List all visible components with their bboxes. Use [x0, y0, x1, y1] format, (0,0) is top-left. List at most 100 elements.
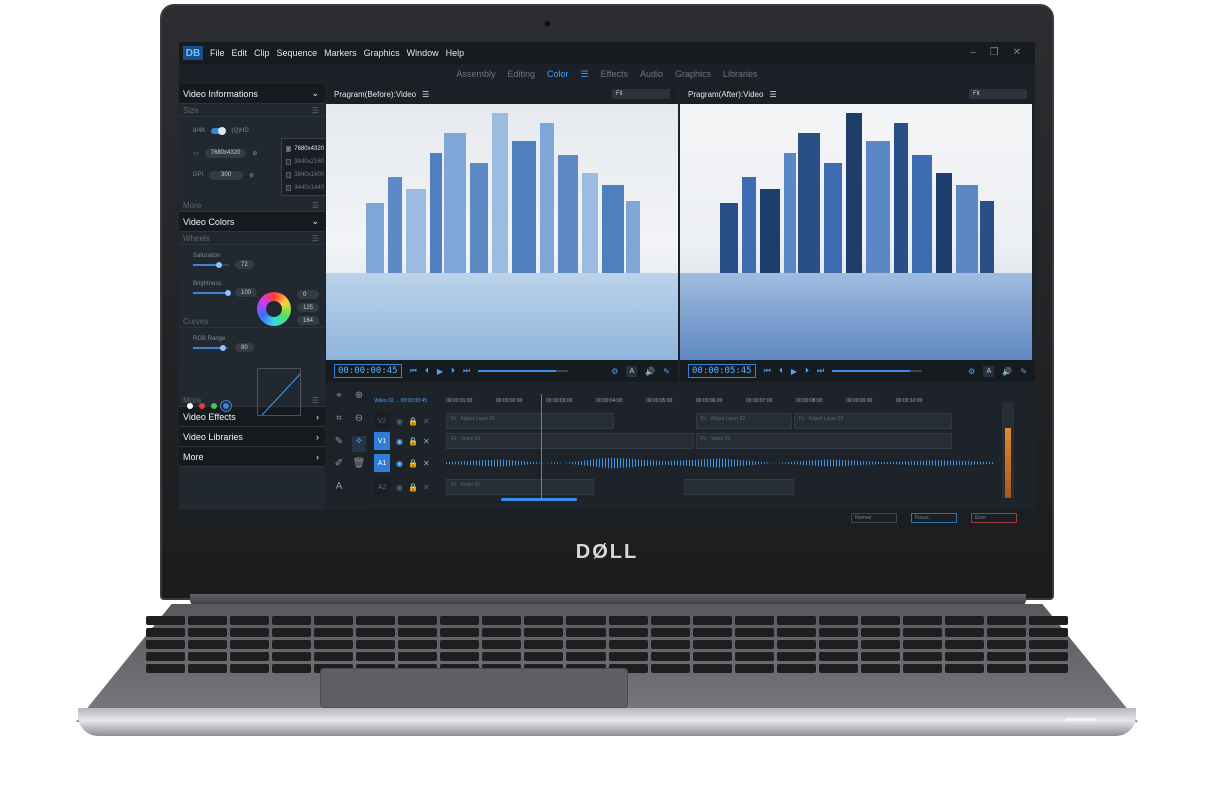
resolution-option[interactable]: 3840x1600: [286, 168, 324, 181]
text-icon[interactable]: A: [983, 365, 995, 377]
tools-icon[interactable]: ✕: [423, 437, 430, 446]
status-focus[interactable]: Focus: [911, 513, 957, 523]
menu-window[interactable]: Window: [407, 48, 439, 58]
zoom-select[interactable]: Fit: [969, 89, 1027, 99]
text-tool-icon[interactable]: A: [332, 481, 346, 498]
checkbox-icon[interactable]: [286, 171, 292, 178]
audio-icon[interactable]: 🔊: [1002, 367, 1012, 376]
menu-graphics[interactable]: Graphics: [364, 48, 400, 58]
eye-icon[interactable]: ◉: [396, 459, 403, 468]
resolution-toggle[interactable]: [211, 127, 227, 135]
tab-effects[interactable]: Effects: [601, 69, 628, 79]
wheel-value[interactable]: 0: [297, 290, 320, 299]
playback-scrubber[interactable]: [832, 370, 923, 372]
resolution-value[interactable]: 7680x4320: [204, 148, 247, 158]
playback-scrubber[interactable]: [478, 370, 569, 372]
timeline-clip[interactable]: Fx Video 03: [696, 433, 952, 449]
menu-help[interactable]: Help: [446, 48, 465, 58]
saturation-value[interactable]: 72: [235, 260, 254, 269]
subsection-size[interactable]: Size ☰: [179, 104, 325, 117]
magic-tool-icon[interactable]: ✧: [352, 435, 366, 453]
lock-icon[interactable]: 🔒: [408, 483, 418, 492]
status-error[interactable]: Error: [971, 513, 1017, 523]
subsection-more[interactable]: More ☰: [179, 199, 325, 212]
eye-icon[interactable]: ◉: [396, 483, 403, 492]
edit-icon[interactable]: ✎: [663, 367, 670, 376]
timeline-clip[interactable]: Fx Adjust Layer 01: [446, 413, 614, 429]
fast-forward-icon[interactable]: ⏭: [817, 366, 824, 376]
fast-forward-icon[interactable]: ⏭: [463, 366, 470, 376]
text-icon[interactable]: A: [626, 365, 638, 377]
rgb-range-value[interactable]: 80: [235, 343, 254, 352]
tab-graphics[interactable]: Graphics: [675, 69, 711, 79]
rgb-range-slider[interactable]: [193, 344, 229, 351]
section-video-libraries[interactable]: Video Libraries ›: [179, 427, 325, 447]
timeline-clip[interactable]: Fx Video 01: [446, 433, 694, 449]
restore-icon[interactable]: ❐: [990, 47, 999, 58]
resolution-option[interactable]: 7680x4320: [286, 142, 324, 155]
section-video-effects[interactable]: Video Effects ›: [179, 407, 325, 427]
tab-color[interactable]: Color: [547, 69, 569, 79]
playhead[interactable]: [541, 394, 542, 498]
brightness-slider[interactable]: [193, 289, 231, 296]
menu-icon[interactable]: ☰: [769, 90, 776, 99]
step-back-icon[interactable]: ⏴: [779, 366, 783, 376]
selection-tool-icon[interactable]: ⌖: [332, 390, 346, 407]
track-label[interactable]: A2: [374, 478, 390, 496]
pen-tool-icon[interactable]: ✎: [332, 436, 346, 453]
tab-editing[interactable]: Editing: [507, 69, 535, 79]
eye-icon[interactable]: ◉: [396, 417, 403, 426]
menu-edit[interactable]: Edit: [232, 48, 248, 58]
timecode[interactable]: 00:00:00:45: [334, 364, 402, 378]
brightness-value[interactable]: 100: [235, 288, 258, 297]
green-channel-dot[interactable]: [211, 403, 217, 409]
timeline-clip[interactable]: Fx Adjust Layer 02: [696, 413, 792, 429]
edit-icon[interactable]: ✎: [1020, 367, 1027, 376]
crop-tool-icon[interactable]: ⌗: [332, 413, 346, 430]
white-channel-dot[interactable]: [187, 403, 193, 409]
zoom-tool-icon[interactable]: ⊕: [352, 390, 366, 407]
timeline-clip[interactable]: Fx Audio 01: [446, 479, 594, 495]
timeline-ruler[interactable]: Video 02 ... 00:00:00:45 00:00:01:00 00:…: [374, 394, 996, 408]
tools-icon[interactable]: ✕: [423, 417, 430, 426]
timeline-clip[interactable]: [684, 479, 794, 495]
minimize-icon[interactable]: –: [970, 47, 976, 58]
tools-icon[interactable]: ✕: [423, 459, 430, 468]
menu-icon[interactable]: ☰: [312, 201, 319, 210]
color-wheel[interactable]: [257, 292, 291, 326]
timeline-clip[interactable]: Fx Adjust Layer 03: [794, 413, 952, 429]
rewind-icon[interactable]: ⏮: [410, 366, 417, 376]
settings-icon[interactable]: ⚙: [611, 367, 618, 376]
lock-icon[interactable]: 🔒: [408, 417, 418, 426]
menu-icon[interactable]: ☰: [312, 106, 319, 115]
menu-markers[interactable]: Markers: [324, 48, 357, 58]
menu-file[interactable]: File: [210, 48, 225, 58]
play-icon[interactable]: ▶: [791, 367, 797, 376]
section-more[interactable]: More ›: [179, 447, 325, 467]
dpi-value[interactable]: 300: [209, 170, 244, 180]
viewer-after[interactable]: [680, 104, 1032, 360]
audio-icon[interactable]: 🔊: [645, 367, 655, 376]
red-channel-dot[interactable]: [199, 403, 205, 409]
lock-icon[interactable]: 🔒: [408, 459, 418, 468]
zoom-select[interactable]: Fit: [612, 89, 670, 99]
resolution-option[interactable]: 3840x2160: [286, 155, 324, 168]
blue-channel-dot[interactable]: [223, 403, 229, 409]
step-forward-icon[interactable]: ⏵: [451, 366, 455, 376]
wheel-value[interactable]: 125: [297, 303, 320, 312]
viewer-before[interactable]: [326, 104, 678, 360]
eye-icon[interactable]: ◉: [396, 437, 403, 446]
checkbox-icon[interactable]: [286, 145, 292, 152]
play-icon[interactable]: ▶: [437, 367, 443, 376]
timecode[interactable]: 00:00:05:45: [688, 364, 756, 378]
audio-waveform[interactable]: [446, 457, 994, 469]
subsection-wheels[interactable]: Wheels ☰: [179, 232, 325, 245]
curve-graph[interactable]: [257, 368, 301, 416]
saturation-slider[interactable]: [193, 261, 229, 268]
delete-tool-icon[interactable]: 🗑: [352, 458, 366, 475]
track-label[interactable]: V2: [374, 412, 390, 430]
plus-icon[interactable]: ⊕: [252, 150, 257, 157]
settings-icon[interactable]: ⚙: [968, 367, 975, 376]
plus-icon[interactable]: ⊕: [249, 172, 254, 179]
tab-audio[interactable]: Audio: [640, 69, 663, 79]
